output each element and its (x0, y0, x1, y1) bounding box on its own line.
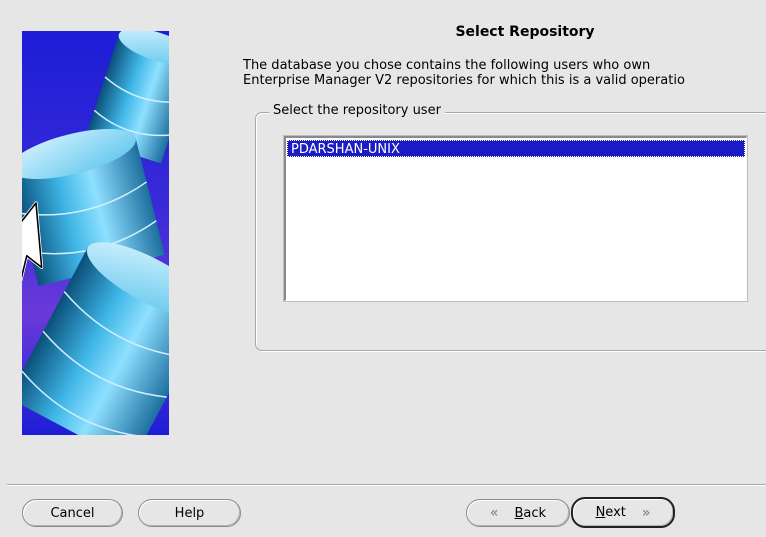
database-cylinders-cursor-icon (22, 31, 169, 435)
next-button[interactable]: Next » (571, 497, 675, 528)
back-button[interactable]: « Back (466, 499, 570, 527)
chevron-left-double-icon: « (489, 505, 499, 521)
next-button-label: Next (595, 505, 626, 520)
description-line: The database you chose contains the foll… (243, 58, 651, 73)
button-bar-divider (7, 484, 766, 486)
list-item-selected[interactable]: PDARSHAN-UNIX (287, 140, 745, 157)
back-button-label: Back (514, 505, 547, 521)
wizard-dialog: Select Repository The database you chose… (0, 0, 766, 537)
help-button[interactable]: Help (138, 499, 241, 527)
help-button-label: Help (174, 505, 205, 521)
repository-user-listbox[interactable]: PDARSHAN-UNIX (283, 135, 748, 302)
page-title: Select Repository (455, 24, 595, 40)
wizard-illustration (22, 31, 169, 435)
description-text: The database you chose contains the foll… (243, 58, 766, 88)
cancel-button[interactable]: Cancel (22, 499, 123, 527)
chevron-right-double-icon: » (641, 504, 651, 521)
description-line: Enterprise Manager V2 repositories for w… (243, 73, 685, 88)
cancel-button-label: Cancel (50, 505, 95, 521)
group-label: Select the repository user (269, 103, 445, 118)
